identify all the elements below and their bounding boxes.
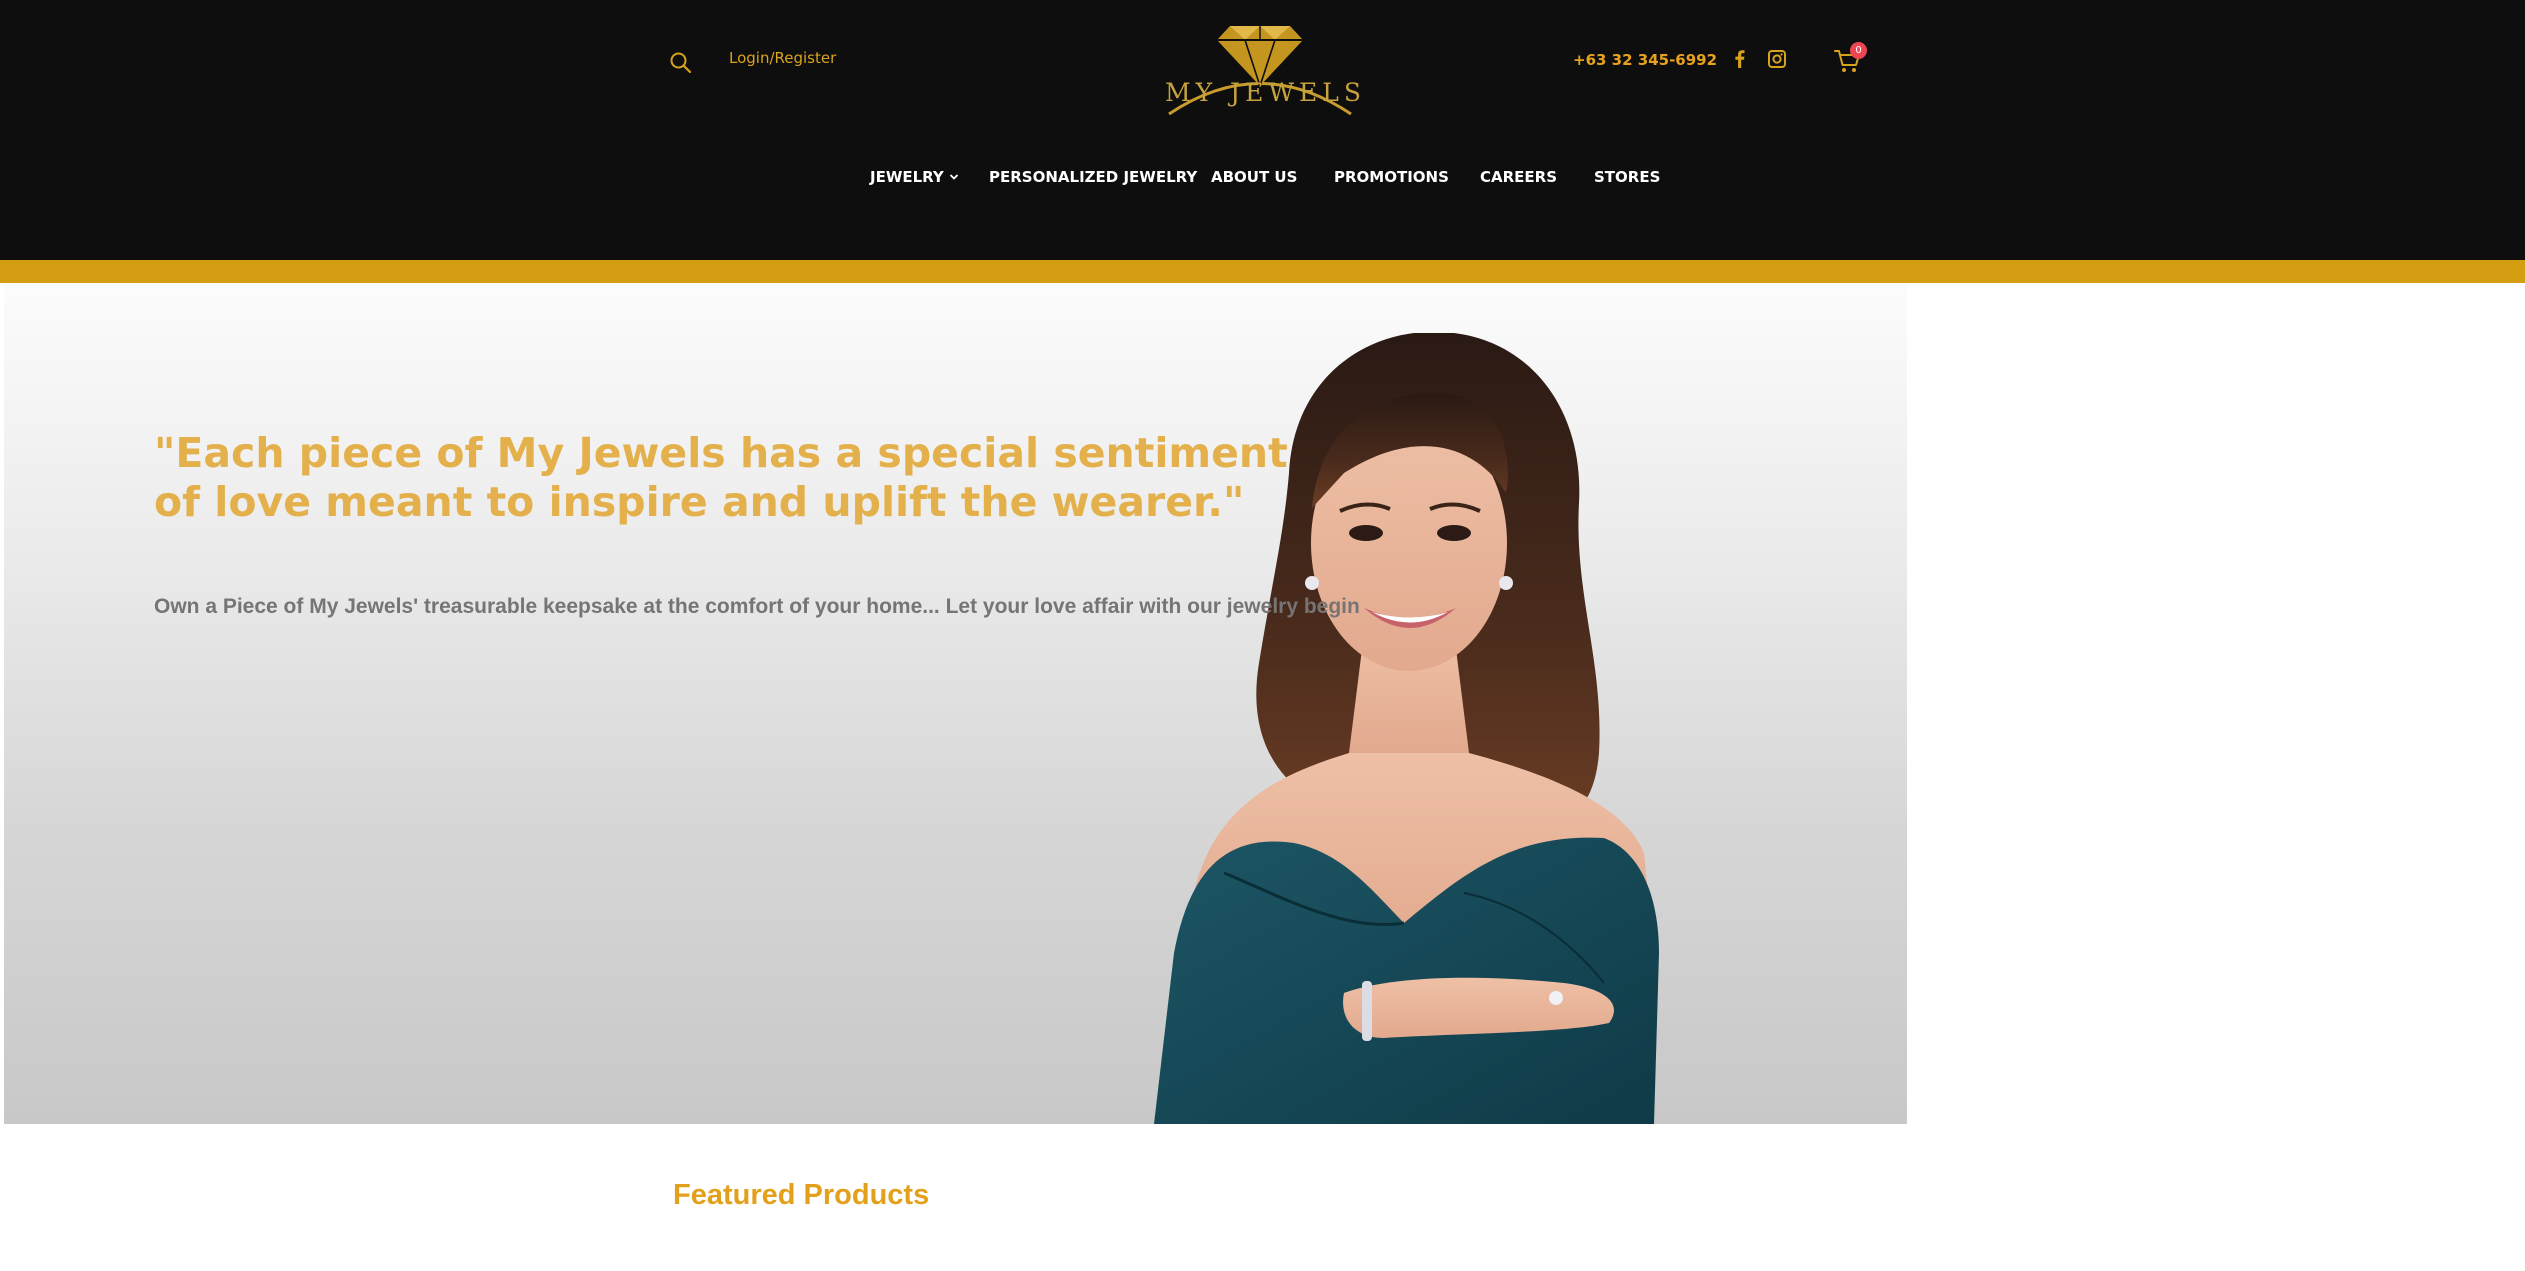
phone-number-link[interactable]: +63 32 345-6992 (1573, 51, 1717, 69)
hero-banner: "Each piece of My Jewels has a special s… (4, 283, 1907, 1124)
nav-item-stores[interactable]: STORES (1594, 166, 1660, 188)
logo-wordmark: MY JEWELS (1165, 78, 1366, 107)
gold-divider-band (0, 260, 2525, 283)
login-register-link[interactable]: Login/Register (729, 49, 836, 67)
nav-item-careers[interactable]: CAREERS (1480, 166, 1557, 188)
hero-quote: "Each piece of My Jewels has a special s… (154, 429, 1288, 526)
nav-item-jewelry[interactable]: JEWELRY (870, 166, 959, 188)
instagram-icon[interactable] (1766, 48, 1788, 70)
main-navigation: JEWELRY PERSONALIZED JEWELRY ABOUT US PR… (0, 166, 2525, 190)
hero-subtitle: Own a Piece of My Jewels' treasurable ke… (154, 595, 1360, 618)
cart-count-badge: 0 (1850, 42, 1867, 59)
nav-item-about-us[interactable]: ABOUT US (1211, 166, 1297, 188)
facebook-icon[interactable] (1729, 48, 1751, 70)
nav-item-personalized-jewelry[interactable]: PERSONALIZED JEWELRY (989, 166, 1197, 188)
site-logo[interactable]: MY JEWELS (1165, 18, 1366, 118)
featured-products-heading: Featured Products (673, 1179, 930, 1211)
nav-item-promotions[interactable]: PROMOTIONS (1334, 166, 1449, 188)
chevron-down-icon (949, 165, 959, 187)
search-icon[interactable] (668, 50, 694, 76)
nav-item-label: JEWELRY (870, 168, 944, 186)
